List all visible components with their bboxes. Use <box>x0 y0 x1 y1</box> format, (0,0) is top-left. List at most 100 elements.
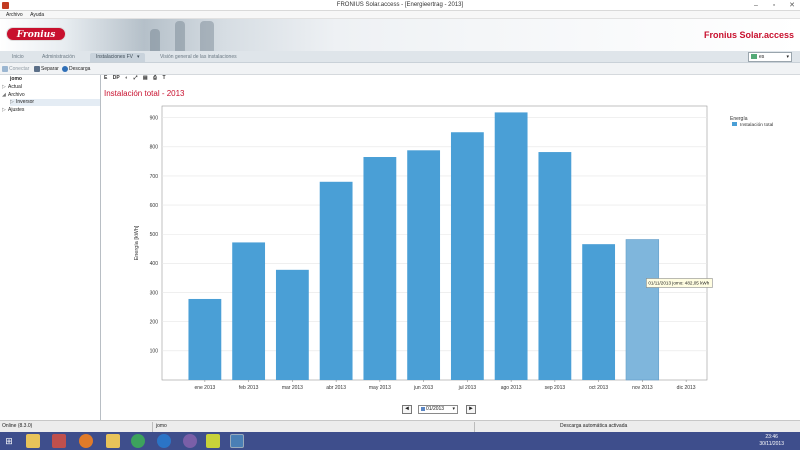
explorer-icon[interactable] <box>106 434 120 448</box>
status-divider <box>152 422 153 432</box>
tab-administracion[interactable]: Administración <box>42 53 75 62</box>
x-tick-label: abr 2013 <box>326 385 346 391</box>
taskbar: ⊞ 23:46 30/11/2013 <box>0 432 800 450</box>
y-tick-label: 700 <box>150 174 159 180</box>
x-tick-label: mar 2013 <box>282 385 303 391</box>
tree-item-actual[interactable]: ▷ Actual <box>2 84 100 91</box>
minimize-button[interactable]: – <box>748 0 764 11</box>
connect-icon <box>2 65 8 72</box>
separate-label: Separar <box>41 66 59 72</box>
bar <box>319 181 353 380</box>
tree-item-label: Inversor <box>16 99 35 105</box>
y-axis-label: Energía [kWh] <box>134 225 140 260</box>
download-label: Descarga <box>69 66 91 72</box>
energy-chart: 100 200 300 400 500 600 700 800 900 Energía [kWh]… <box>134 105 773 391</box>
bar <box>582 244 616 380</box>
bar <box>450 132 484 380</box>
period-select[interactable]: 01/2013 ▾ <box>418 405 458 414</box>
title-bar: FRONIUS Solar.access - [Energieertrag - … <box>0 0 800 11</box>
separate-icon <box>34 65 40 72</box>
tab-instalaciones-fv-label: Instalaciones FV <box>96 54 133 60</box>
status-download: Descarga automática activada <box>560 423 628 429</box>
y-tick-label: 500 <box>150 232 159 238</box>
y-tick-label: 300 <box>150 290 159 296</box>
connect-label: Conectar <box>9 66 30 72</box>
legend-swatch <box>732 122 737 126</box>
bar <box>538 152 572 380</box>
chevron-down-icon: ▾ <box>786 54 789 60</box>
menu-ayuda[interactable]: Ayuda <box>30 11 44 19</box>
y-tick-label: 800 <box>150 145 159 151</box>
x-tick-label: jun 2013 <box>413 385 433 391</box>
period-value: 01/2013 <box>426 406 445 412</box>
download-icon <box>62 65 68 72</box>
banner: Fronius Fronius Solar.access <box>0 19 800 51</box>
bar <box>494 112 528 380</box>
chart-pane: E DP ◐ ⤢ ▤ ⎙ T Instalación total - 2013 … <box>102 75 800 420</box>
bar <box>232 242 266 380</box>
menu-bar: Archivo Ayuda <box>0 11 800 19</box>
fronius-logo: Fronius <box>6 27 66 41</box>
ie-icon[interactable] <box>157 434 171 448</box>
chrome-icon[interactable] <box>131 434 145 448</box>
sidebar-tree: jomo ▷ Actual ◢ Archivo ▷ Inversor ▷ Ajustes <box>0 75 101 420</box>
tree-item-label: Actual <box>8 84 22 90</box>
x-tick-label: feb 2013 <box>239 385 259 391</box>
folder-icon[interactable] <box>26 434 40 448</box>
calendar-icon <box>421 406 425 411</box>
tooltip-text: 01/11/2013 jomo: 482,05 kWh <box>648 281 709 286</box>
tab-inicio[interactable]: Inicio <box>12 53 24 62</box>
clock-time: 23:46 <box>765 434 778 440</box>
bar <box>188 298 222 380</box>
clock[interactable]: 23:46 30/11/2013 <box>759 434 784 448</box>
tab-vision-general[interactable]: Visión general de las instalaciones <box>160 53 237 62</box>
status-bar: Online (8.3.0) jomo Descarga automática … <box>0 420 800 432</box>
banner-decoration <box>150 29 160 51</box>
yellow-app-icon[interactable] <box>206 434 220 448</box>
legend-title: Energía <box>730 116 748 122</box>
y-tick-label: 600 <box>150 203 159 209</box>
app-name: Fronius Solar.access <box>703 30 794 40</box>
firefox-icon[interactable] <box>79 434 93 448</box>
next-period-button[interactable]: ► <box>466 405 476 414</box>
language-value: es <box>759 54 765 60</box>
maximize-button[interactable]: ▫ <box>766 0 782 11</box>
solar-access-icon[interactable] <box>230 434 244 448</box>
download-button[interactable]: Descarga <box>62 65 90 73</box>
menu-archivo[interactable]: Archivo <box>6 11 23 19</box>
clock-date: 30/11/2013 <box>759 441 784 447</box>
status-connection: Online (8.3.0) <box>2 423 33 429</box>
x-tick-label: dic 2013 <box>677 385 696 391</box>
language-select[interactable]: es ▾ <box>748 52 792 62</box>
bar <box>625 239 660 381</box>
x-tick-label: oct 2013 <box>589 385 608 391</box>
tor-icon[interactable] <box>183 434 197 448</box>
flag-icon <box>751 54 757 60</box>
separate-button[interactable]: Separar <box>34 65 59 73</box>
y-tick-label: 200 <box>150 320 159 326</box>
tree-root[interactable]: jomo <box>10 76 22 83</box>
status-system: jomo <box>156 423 167 429</box>
legend-label: Instalación total <box>740 122 773 128</box>
window-title: FRONIUS Solar.access - [Energieertrag - … <box>336 2 464 8</box>
connect-button[interactable]: Conectar <box>2 65 29 73</box>
tree-item-ajustes[interactable]: ▷ Ajustes <box>2 107 100 114</box>
tree-item-inversor[interactable]: ▷ Inversor <box>10 99 100 106</box>
close-button[interactable]: ✕ <box>784 0 800 11</box>
chevron-down-icon: ▾ <box>452 406 455 412</box>
bar <box>363 157 397 380</box>
tree-item-archivo[interactable]: ◢ Archivo <box>2 92 100 99</box>
tab-instalaciones-fv[interactable]: Instalaciones FV ▾ <box>90 53 146 62</box>
x-tick-label: may 2013 <box>369 385 391 391</box>
start-icon[interactable]: ⊞ <box>2 434 16 448</box>
banner-decoration <box>200 21 214 51</box>
x-tick-label: sep 2013 <box>545 385 566 391</box>
prev-period-button[interactable]: ◄ <box>402 405 412 414</box>
banner-decoration <box>175 21 185 51</box>
status-divider <box>474 422 475 432</box>
x-tick-label: ago 2013 <box>501 385 522 391</box>
y-tick-label: 400 <box>150 261 159 267</box>
tree-item-label: Ajustes <box>8 107 25 113</box>
media-icon[interactable] <box>52 434 66 448</box>
tree-item-label: Archivo <box>8 92 25 98</box>
